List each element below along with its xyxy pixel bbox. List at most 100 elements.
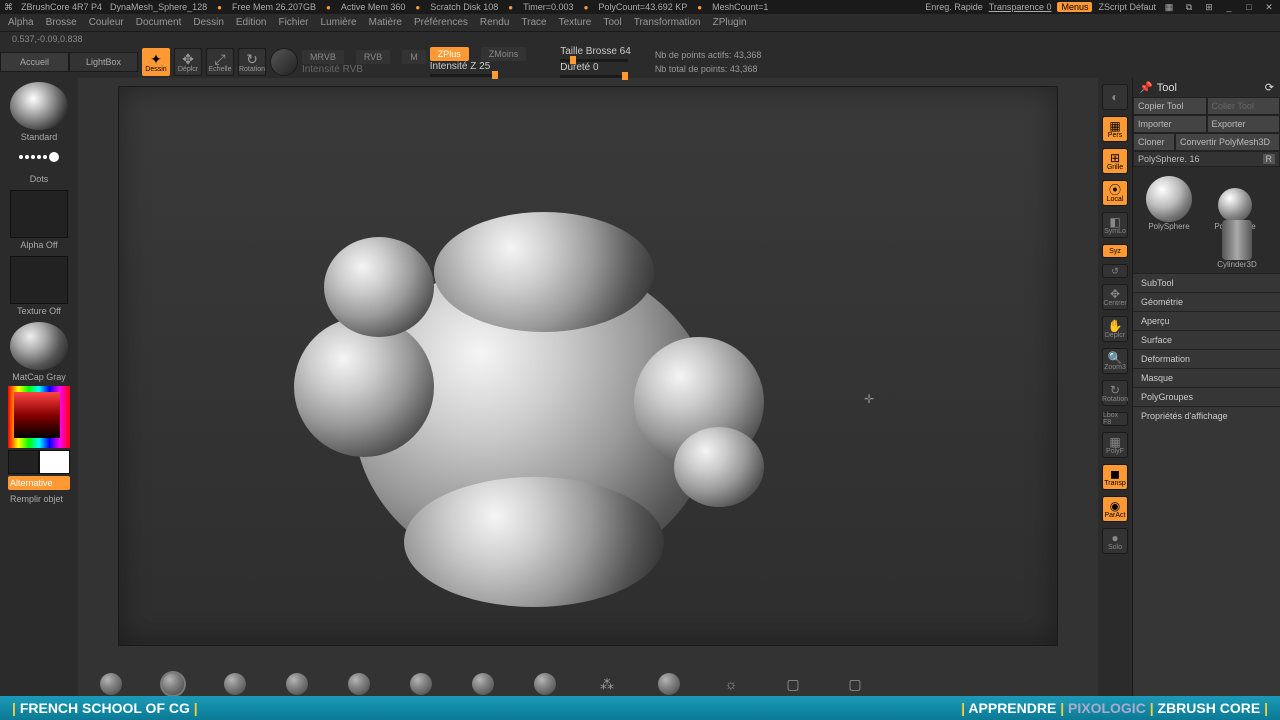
move-view-button[interactable]: ✋Deplcr	[1102, 316, 1128, 342]
syz-button[interactable]: Syz	[1102, 244, 1128, 258]
tray-mat-8[interactable]	[534, 673, 556, 695]
section-subtool[interactable]: SubTool	[1133, 273, 1280, 292]
draw-button[interactable]: ✦Dessin	[142, 48, 170, 76]
menu-dessin[interactable]: Dessin	[193, 17, 224, 28]
section-apercu[interactable]: Aperçu	[1133, 311, 1280, 330]
viewport[interactable]: ✛	[118, 86, 1058, 646]
stroke-thumbnail[interactable]	[10, 142, 68, 172]
tray-box2-icon[interactable]: ▢	[844, 673, 866, 695]
section-polygroupes[interactable]: PolyGroupes	[1133, 387, 1280, 406]
menu-matiere[interactable]: Matière	[369, 17, 402, 28]
clone-button[interactable]: Cloner	[1133, 133, 1175, 151]
export-button[interactable]: Exporter	[1207, 115, 1280, 133]
layout-icon[interactable]: ▦	[1162, 2, 1176, 13]
menus-toggle[interactable]: Menus	[1057, 2, 1092, 12]
close-icon[interactable]: ✕	[1262, 2, 1276, 13]
menu-preferences[interactable]: Préférences	[414, 17, 468, 28]
tab-lightbox[interactable]: LightBox	[69, 52, 138, 72]
menu-brosse[interactable]: Brosse	[46, 17, 77, 28]
menu-zplugin[interactable]: ZPlugin	[713, 17, 747, 28]
refresh-icon[interactable]: ⟳	[1265, 81, 1274, 94]
section-deformation[interactable]: Deformation	[1133, 349, 1280, 368]
menu-lumiere[interactable]: Lumière	[320, 17, 356, 28]
brush-size-slider[interactable]	[560, 59, 628, 62]
rotate-view-button[interactable]: ↻Rotation	[1102, 380, 1128, 406]
m-toggle[interactable]: M	[402, 50, 426, 64]
sym-extra-button[interactable]: ↺	[1102, 264, 1128, 278]
tray-dots-icon[interactable]: ⁂	[596, 673, 618, 695]
zplus-toggle[interactable]: ZPlus	[430, 47, 469, 61]
tab-accueil[interactable]: Accueil	[0, 52, 69, 72]
tool-slider-label[interactable]: PolySphere. 16	[1138, 154, 1200, 164]
polyf-button[interactable]: ▦PolyF	[1102, 432, 1128, 458]
center-button[interactable]: ✥Centrer	[1102, 284, 1128, 310]
tray-mat-9[interactable]	[658, 673, 680, 695]
transparency[interactable]: Transparence 0	[989, 2, 1052, 12]
solo-button[interactable]: ●Solo	[1102, 528, 1128, 554]
local-button[interactable]: ⦿Local	[1102, 180, 1128, 206]
layout2-icon[interactable]: ⧉	[1182, 2, 1196, 13]
section-geometrie[interactable]: Géométrie	[1133, 292, 1280, 311]
texture-thumbnail[interactable]	[10, 256, 68, 304]
z-intensity-slider[interactable]	[430, 74, 498, 77]
menu-transformation[interactable]: Transformation	[634, 17, 701, 28]
tool-thumb-cylinder[interactable]: Cylinder3D	[1205, 209, 1269, 269]
zmoins-toggle[interactable]: ZMoins	[481, 47, 527, 61]
section-masque[interactable]: Masque	[1133, 368, 1280, 387]
tray-mat-3[interactable]	[224, 673, 246, 695]
maximize-icon[interactable]: □	[1242, 2, 1256, 12]
tool-slider-r[interactable]: R	[1263, 154, 1276, 164]
minimize-icon[interactable]: _	[1222, 2, 1236, 12]
tool-thumb-active[interactable]: PolySphere	[1137, 171, 1201, 231]
alpha-thumbnail[interactable]	[10, 190, 68, 238]
rvb-toggle[interactable]: RVB	[356, 50, 390, 64]
rotate-button[interactable]: ↻Rotation	[238, 48, 266, 76]
tray-mat-5[interactable]	[348, 673, 370, 695]
tray-box1-icon[interactable]: ▢	[782, 673, 804, 695]
menu-document[interactable]: Document	[136, 17, 182, 28]
fill-object-button[interactable]: Remplir objet	[8, 492, 70, 506]
transp-button[interactable]: ◼Transp	[1102, 464, 1128, 490]
secondary-color-swatch[interactable]	[8, 450, 39, 474]
pin-icon[interactable]: 📌	[1139, 81, 1153, 94]
zscript-default[interactable]: ZScript Défaut	[1098, 2, 1156, 12]
menu-fichier[interactable]: Fichier	[278, 17, 308, 28]
bpr-button[interactable]: ◐	[1102, 84, 1128, 110]
tray-mat-1[interactable]	[100, 673, 122, 695]
symlo-button[interactable]: ◧SymLo	[1102, 212, 1128, 238]
primary-color-swatch[interactable]	[39, 450, 70, 474]
material-thumbnail[interactable]	[10, 322, 68, 370]
menu-couleur[interactable]: Couleur	[89, 17, 124, 28]
tray-mat-2[interactable]	[162, 673, 184, 695]
menu-trace[interactable]: Trace	[521, 17, 546, 28]
alternative-button[interactable]: Alternative	[8, 476, 70, 490]
tray-mat-6[interactable]	[410, 673, 432, 695]
help-icon[interactable]: ⊞	[1202, 2, 1216, 13]
menu-tool[interactable]: Tool	[603, 17, 621, 28]
persp-button[interactable]: ▦Pers	[1102, 116, 1128, 142]
import-button[interactable]: Importer	[1133, 115, 1207, 133]
section-surface[interactable]: Surface	[1133, 330, 1280, 349]
menu-alpha[interactable]: Alpha	[8, 17, 34, 28]
move-button[interactable]: ✥Déplcr	[174, 48, 202, 76]
copy-tool-button[interactable]: Copier Tool	[1133, 97, 1207, 115]
tray-mat-4[interactable]	[286, 673, 308, 695]
lbox-button[interactable]: Lbox F8	[1102, 412, 1128, 426]
zoom-button[interactable]: 🔍Zoom3	[1102, 348, 1128, 374]
color-picker[interactable]	[8, 386, 70, 448]
section-proprietes[interactable]: Propriétés d'affichage	[1133, 406, 1280, 425]
gyro-button[interactable]	[270, 48, 298, 76]
scale-button[interactable]: ⤢Echelle	[206, 48, 234, 76]
paste-tool-button[interactable]: Coller Tool	[1207, 97, 1280, 115]
menu-texture[interactable]: Texture	[559, 17, 592, 28]
hardness-slider[interactable]	[560, 75, 628, 78]
grid-button[interactable]: ⊞Grille	[1102, 148, 1128, 174]
tray-sun-icon[interactable]: ☼	[720, 673, 742, 695]
brush-thumbnail[interactable]	[10, 82, 68, 130]
quick-save[interactable]: Enreg. Rapide	[925, 2, 983, 12]
menu-rendu[interactable]: Rendu	[480, 17, 509, 28]
menu-edition[interactable]: Edition	[236, 17, 267, 28]
mrvb-toggle[interactable]: MRVB	[302, 50, 344, 64]
convert-polymesh-button[interactable]: Convertir PolyMesh3D	[1175, 133, 1280, 151]
tray-mat-7[interactable]	[472, 673, 494, 695]
